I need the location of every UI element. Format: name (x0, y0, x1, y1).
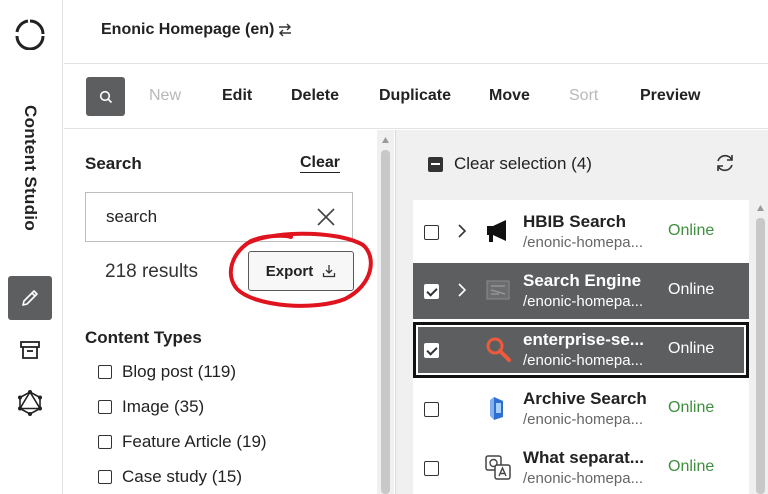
app-rail: Content Studio (0, 0, 63, 494)
archive-icon (20, 341, 40, 359)
app-name-label: Content Studio (21, 104, 40, 232)
scroll-up-icon[interactable] (756, 204, 765, 212)
chevron-right-icon[interactable] (457, 282, 467, 298)
export-button-label: Export (265, 262, 314, 280)
checkbox[interactable] (98, 365, 112, 379)
row-path: /enonic-homepa... (523, 234, 644, 251)
new-button[interactable]: New (149, 87, 181, 105)
archive-mode-button[interactable] (8, 328, 52, 372)
row-checkbox[interactable] (424, 225, 439, 240)
download-icon (323, 265, 336, 278)
content-types-title: Content Types (85, 328, 202, 347)
filter-scrollbar[interactable] (377, 130, 394, 494)
search-panel-toggle-button[interactable] (86, 77, 125, 116)
grid-row[interactable]: enterprise-se... /enonic-homepa... Onlin… (413, 322, 749, 378)
qa-icon (485, 455, 511, 480)
project-header: Enonic Homepage (en) (64, 0, 768, 64)
grid-row[interactable]: What separat... /enonic-homepa... Online (413, 440, 749, 494)
preview-button[interactable]: Preview (640, 87, 700, 105)
enonic-logo-icon[interactable] (14, 18, 46, 50)
sort-button[interactable]: Sort (569, 87, 598, 105)
row-status: Online (668, 458, 715, 475)
export-button[interactable]: Export (248, 251, 354, 291)
content-type-label: Image (35) (122, 397, 205, 416)
pencil-icon (22, 290, 38, 306)
megaphone-icon (487, 220, 506, 242)
row-checkbox[interactable] (424, 343, 439, 358)
row-name: enterprise-se... (523, 330, 644, 349)
results-count: 218 results (105, 261, 198, 282)
grid-row[interactable]: HBIB Search /enonic-homepa... Online (413, 204, 749, 260)
delete-button[interactable]: Delete (291, 87, 339, 105)
search-input[interactable] (86, 193, 296, 241)
row-status: Online (668, 340, 715, 357)
duplicate-button[interactable]: Duplicate (379, 87, 451, 105)
row-status: Online (668, 222, 715, 239)
chevron-right-icon[interactable] (457, 223, 467, 239)
magnifier-icon (486, 337, 511, 362)
content-grid-panel: Clear selection (4) HBIB Search /enonic-… (395, 130, 768, 494)
clear-selection-label: Clear selection (4) (454, 154, 592, 173)
scrollbar-thumb[interactable] (381, 150, 390, 494)
graphql-mode-button[interactable] (8, 381, 52, 425)
scroll-up-icon[interactable] (381, 136, 390, 144)
row-name: What separat... (523, 448, 644, 467)
row-status: Online (668, 399, 715, 416)
image-thumbnail-icon (486, 280, 510, 300)
content-grid: HBIB Search /enonic-homepa... Online Sea… (413, 200, 749, 494)
checkbox[interactable] (98, 400, 112, 414)
archive-search-image-icon (490, 397, 503, 420)
close-icon[interactable] (316, 207, 336, 227)
filter-title: Search (85, 154, 142, 173)
partial-selection-icon (428, 156, 443, 172)
clear-selection-button[interactable]: Clear selection (4) (428, 154, 592, 174)
row-name: HBIB Search (523, 212, 626, 231)
content-type-label: Blog post (119) (122, 362, 237, 381)
graphql-icon (18, 390, 42, 416)
scrollbar-thumb[interactable] (756, 218, 765, 494)
row-path: /enonic-homepa... (523, 352, 644, 369)
checkbox[interactable] (98, 435, 112, 449)
row-path: /enonic-homepa... (523, 411, 644, 428)
row-checkbox[interactable] (424, 461, 439, 476)
project-name[interactable]: Enonic Homepage (en) (101, 21, 274, 39)
row-name: Search Engine (523, 271, 642, 290)
content-type-option[interactable]: Image (35) (98, 397, 204, 417)
content-type-label: Case study (15) (122, 467, 242, 486)
row-path: /enonic-homepa... (523, 470, 644, 487)
refresh-icon[interactable] (714, 152, 736, 174)
move-button[interactable]: Move (489, 87, 530, 105)
swap-arrows-icon[interactable] (278, 22, 292, 38)
clear-filter-link[interactable]: Clear (300, 154, 341, 173)
grid-row[interactable]: Search Engine /enonic-homepa... Online (413, 263, 749, 319)
content-type-option[interactable]: Case study (15) (98, 467, 242, 487)
checkbox[interactable] (98, 470, 112, 484)
row-path: /enonic-homepa... (523, 293, 644, 310)
content-mode-button[interactable] (8, 276, 52, 320)
edit-button[interactable]: Edit (222, 87, 252, 105)
row-checkbox[interactable] (424, 284, 439, 299)
search-field (85, 192, 353, 242)
content-type-option[interactable]: Blog post (119) (98, 362, 236, 382)
row-name: Archive Search (523, 389, 647, 408)
content-type-label: Feature Article (19) (122, 432, 267, 451)
content-toolbar: New Edit Delete Duplicate Move Sort Prev… (64, 65, 768, 129)
filter-panel: Search Clear 218 results Export Content … (64, 130, 394, 494)
content-type-option[interactable]: Feature Article (19) (98, 432, 267, 452)
row-checkbox[interactable] (424, 402, 439, 417)
search-icon (99, 90, 112, 103)
row-status: Online (668, 281, 715, 298)
grid-row[interactable]: Archive Search /enonic-homepa... Online (413, 381, 749, 437)
grid-scrollbar[interactable] (752, 198, 768, 494)
